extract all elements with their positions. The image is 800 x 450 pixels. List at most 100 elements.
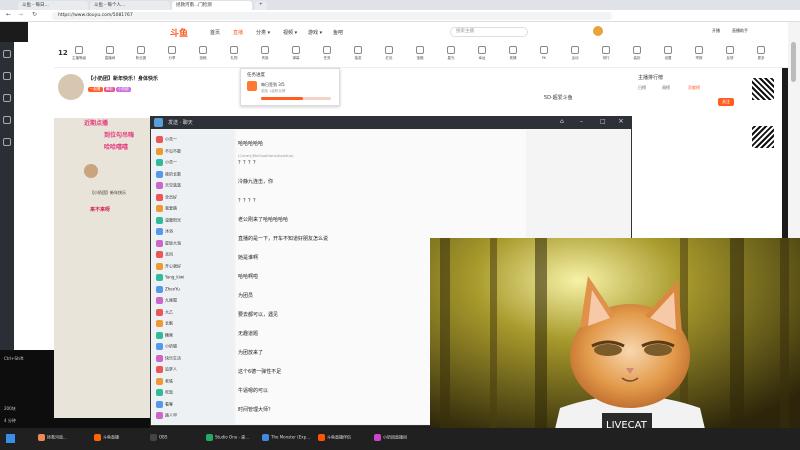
- nav-home[interactable]: 首页: [210, 29, 220, 36]
- follow-icon[interactable]: [3, 72, 11, 80]
- rank-tab[interactable]: 贡献榜: [688, 85, 700, 91]
- toolbar-item[interactable]: 更多: [750, 46, 772, 61]
- toolbar-icon: [292, 46, 300, 54]
- taskbar-app[interactable]: 拯救河南...: [38, 434, 67, 441]
- toolbar-item[interactable]: 活动: [564, 46, 586, 61]
- user-list-item[interactable]: 天空蓝蓝: [156, 182, 181, 189]
- toolbar-item[interactable]: 礼物: [223, 46, 245, 61]
- user-list-item[interactable]: Yang_kiwi: [156, 274, 184, 281]
- assistant-link[interactable]: 直播助手: [732, 28, 748, 34]
- reload-icon[interactable]: ↻: [32, 11, 37, 18]
- search-input[interactable]: 搜索主播: [450, 27, 528, 37]
- nav-yuba[interactable]: 鱼吧: [333, 29, 343, 36]
- toolbar-item[interactable]: 幸运: [471, 46, 493, 61]
- toolbar-item[interactable]: 装扮: [626, 46, 648, 61]
- user-list-item[interactable]: 追梦人: [156, 366, 177, 373]
- user-list-item[interactable]: 大乙: [156, 308, 173, 316]
- user-list-item[interactable]: 星辰大海: [156, 239, 181, 247]
- category-icon[interactable]: [3, 94, 11, 102]
- user-list-item[interactable]: 路人甲: [156, 412, 177, 419]
- nav-video[interactable]: 视频 ▾: [283, 29, 297, 36]
- user-list-item[interactable]: 北风: [156, 251, 173, 258]
- toolbar-item[interactable]: 设置: [657, 46, 679, 61]
- user-list-item[interactable]: 吃饭: [156, 389, 173, 396]
- streamer-avatar[interactable]: [58, 74, 84, 100]
- taskbar-app[interactable]: 小奶团直播间: [374, 434, 407, 441]
- user-list-item[interactable]: 看客: [156, 400, 173, 408]
- user-list-item[interactable]: 小苦一: [156, 136, 177, 143]
- minimize-icon[interactable]: –: [580, 118, 583, 125]
- user-list-item[interactable]: 夜的长歌: [156, 170, 181, 178]
- chat-username[interactable]: (Carat)(Meiliuaitiansiriaoduo): [238, 153, 294, 158]
- room-tag[interactable]: 小奶团: [116, 87, 131, 92]
- toolbar-item[interactable]: 反馈: [719, 46, 741, 61]
- toolbar-item[interactable]: 排行: [595, 46, 617, 61]
- toolbar-item[interactable]: 宝箱: [409, 46, 431, 61]
- stream-video[interactable]: 近期点播 到位勾吊嗨 哈哈嘻嘻 【小奶团】新年快乐 来不来呀: [54, 118, 154, 418]
- toolbar-item[interactable]: 分享: [161, 46, 183, 61]
- user-list-item[interactable]: 小苦一: [156, 159, 177, 166]
- toolbar-label: 活动: [571, 56, 579, 60]
- toolbar-item[interactable]: 星光: [440, 46, 462, 61]
- user-list-item[interactable]: 温暖阳光: [156, 216, 181, 224]
- toolbar-item[interactable]: 抽奖: [347, 46, 369, 61]
- back-icon[interactable]: ←: [6, 11, 11, 18]
- home-icon[interactable]: ⌂: [560, 118, 564, 125]
- forward-icon[interactable]: →: [18, 11, 23, 18]
- user-list-item[interactable]: 小奶猫: [156, 343, 177, 350]
- user-list-item[interactable]: 九尾狐: [156, 297, 177, 304]
- room-tag[interactable]: 一起看: [88, 87, 103, 92]
- toolbar-item[interactable]: 粉丝团: [130, 46, 152, 61]
- taskbar-app[interactable]: 斗鱼直播: [94, 434, 119, 441]
- history-icon[interactable]: [3, 116, 11, 124]
- toolbar-item[interactable]: 投稿: [192, 46, 214, 61]
- user-list-item[interactable]: 不见不散: [156, 147, 181, 155]
- open-broadcast-link[interactable]: 开播: [712, 28, 720, 34]
- close-icon[interactable]: ×: [618, 117, 624, 125]
- user-list-item[interactable]: 长眠: [156, 320, 173, 327]
- nav-category[interactable]: 分类 ▾: [256, 29, 270, 36]
- user-list-item[interactable]: 全员好: [156, 193, 177, 201]
- taskbar-app[interactable]: OBS: [150, 434, 167, 441]
- user-list-item[interactable]: 开心就好: [156, 262, 181, 270]
- task-popup: 任务进度 每日签到 3/5 奖励 1级粉丝牌: [240, 68, 340, 106]
- toolbar-item[interactable]: 直播间: [99, 46, 121, 61]
- toolbar-item[interactable]: 主播等级: [68, 46, 90, 61]
- rank-tab[interactable]: 周榜: [662, 85, 670, 91]
- toolbar-item[interactable]: 竞猜: [502, 46, 524, 61]
- chat-message-text: 为团放来了: [238, 350, 264, 356]
- user-list-item[interactable]: 沐浴: [156, 228, 173, 235]
- video-icon[interactable]: [3, 138, 11, 146]
- gift-icon: [247, 81, 257, 91]
- user-list-item[interactable]: ZhenYu: [156, 285, 180, 293]
- browser-tab-active[interactable]: 拯救河南...门检测: [172, 1, 252, 10]
- taskbar-app[interactable]: 斗鱼直播伴侣: [318, 434, 351, 441]
- user-list-item[interactable]: 糖果: [156, 331, 173, 339]
- user-list-item[interactable]: 我爱跳: [156, 205, 177, 212]
- browser-tab[interactable]: 斗鱼 - 每日...: [18, 1, 88, 10]
- browser-tab[interactable]: 斗鱼 - 每个人...: [90, 1, 170, 10]
- user-list-item[interactable]: 快乐生活: [156, 354, 181, 362]
- nav-live[interactable]: 直播: [233, 29, 243, 36]
- toolbar-item[interactable]: 贵族: [254, 46, 276, 61]
- start-icon[interactable]: [6, 434, 15, 443]
- toolbar-item[interactable]: 红包: [378, 46, 400, 61]
- rank-tab[interactable]: 日榜: [638, 85, 646, 91]
- toolbar-item[interactable]: 任务: [316, 46, 338, 61]
- url-field[interactable]: https://www.douyu.com/5081767: [52, 12, 612, 20]
- maximize-icon[interactable]: □: [600, 118, 606, 125]
- follow-button[interactable]: 关注: [718, 98, 734, 106]
- user-list-item[interactable]: 老铁: [156, 377, 173, 385]
- home-icon[interactable]: [3, 50, 11, 58]
- taskbar-app[interactable]: The Monster (Exp...: [262, 434, 310, 441]
- toolbar-item[interactable]: PK: [533, 46, 555, 60]
- user-avatar-icon: [156, 320, 163, 327]
- nav-game[interactable]: 游戏 ▾: [308, 29, 322, 36]
- taskbar-app[interactable]: Studio One - 桌...: [206, 434, 249, 441]
- site-logo[interactable]: 斗鱼: [170, 26, 188, 39]
- avatar[interactable]: [593, 26, 603, 36]
- room-tag[interactable]: 舞蹈: [103, 87, 115, 92]
- toolbar-item[interactable]: 弹幕: [285, 46, 307, 61]
- new-tab-button[interactable]: +: [255, 1, 267, 10]
- toolbar-item[interactable]: 举报: [688, 46, 710, 61]
